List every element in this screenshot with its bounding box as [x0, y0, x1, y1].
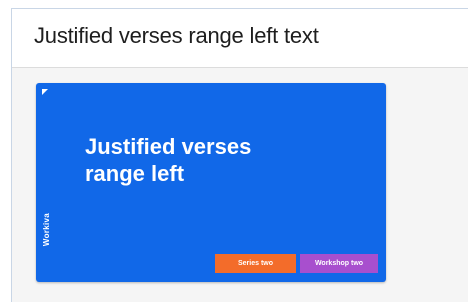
page-title: Justified verses range left text: [34, 23, 319, 48]
corner-mark-icon: [42, 89, 48, 95]
page-header: Justified verses range left text: [12, 9, 468, 68]
content-frame: Justified verses range left text Justifi…: [11, 8, 468, 302]
brand-logo: Workiva: [42, 213, 51, 247]
workshop-tag: Workshop two: [300, 254, 378, 273]
series-tag: Series two: [215, 254, 296, 273]
slide-title: Justified verses range left: [85, 133, 325, 187]
slide-thumbnail[interactable]: Justified verses range left Workiva Seri…: [36, 83, 386, 282]
slide-title-line-2: range left: [85, 161, 185, 186]
slide-title-line-1: Justified verses: [85, 134, 252, 159]
